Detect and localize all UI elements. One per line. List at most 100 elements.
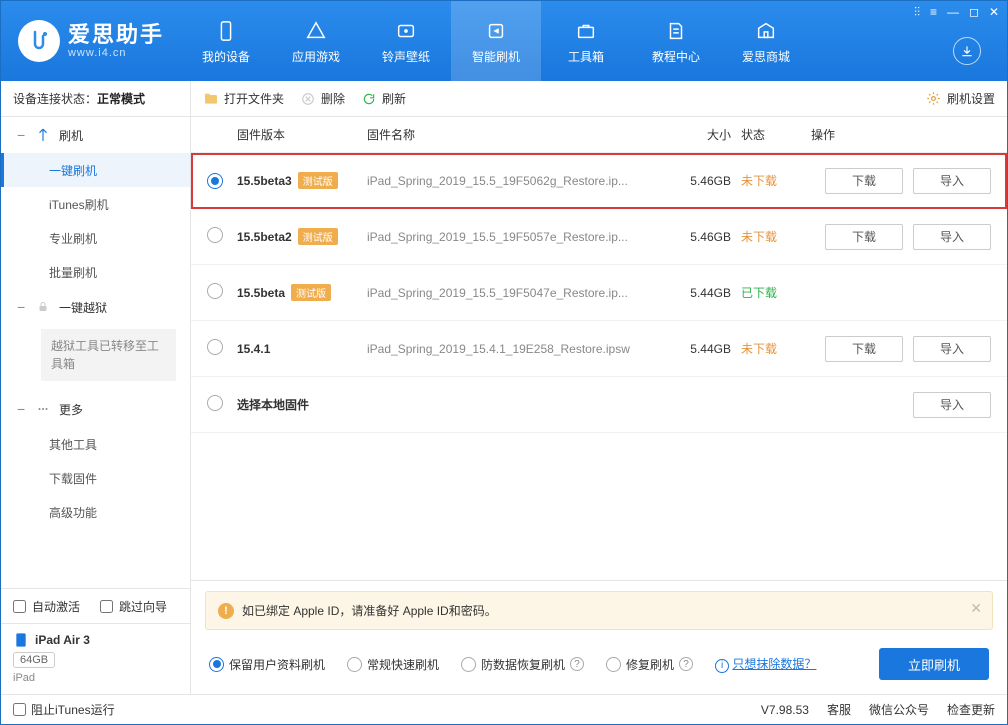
downloads-icon[interactable] <box>953 37 981 65</box>
row-radio[interactable] <box>207 227 223 243</box>
flash-option[interactable]: 常规快速刷机 <box>347 656 439 673</box>
flash-settings-button[interactable]: 刷机设置 <box>926 90 995 107</box>
block-itunes-checkbox[interactable] <box>13 703 26 716</box>
nav-item-3[interactable]: 智能刷机 <box>451 1 541 81</box>
firmware-name: iPad_Spring_2019_15.5_19F5057e_Restore.i… <box>367 230 661 244</box>
refresh-button[interactable]: 刷新 <box>361 90 406 107</box>
sidebar-item[interactable]: 其他工具 <box>1 427 190 461</box>
table-row[interactable]: 15.4.1iPad_Spring_2019_15.4.1_19E258_Res… <box>191 321 1007 377</box>
nav-item-4[interactable]: 工具箱 <box>541 1 631 81</box>
sidebar-group-more[interactable]: 更多 <box>1 391 190 427</box>
row-radio[interactable] <box>207 173 223 189</box>
flash-now-button[interactable]: 立即刷机 <box>879 648 989 680</box>
warning-icon: ! <box>218 603 234 619</box>
sidebar-group-jailbreak[interactable]: 一键越狱 <box>1 289 190 325</box>
nav-label: 工具箱 <box>568 48 604 65</box>
block-itunes-option[interactable]: 阻止iTunes运行 <box>13 701 115 718</box>
firmware-status: 未下载 <box>741 172 811 189</box>
row-radio[interactable] <box>207 395 223 411</box>
help-icon[interactable]: ? <box>679 657 693 671</box>
win-menu-icon[interactable]: ⫶⫶ <box>914 5 920 20</box>
device-capacity: 64GB <box>13 652 55 668</box>
firmware-version: 15.5beta2测试版 <box>237 228 367 245</box>
table-row[interactable]: 选择本地固件导入 <box>191 377 1007 433</box>
download-button[interactable]: 下载 <box>825 336 903 362</box>
option-radio[interactable] <box>606 657 621 672</box>
maximize-icon[interactable]: ◻ <box>969 5 979 20</box>
sidebar-item[interactable]: 批量刷机 <box>1 255 190 289</box>
option-radio[interactable] <box>209 657 224 672</box>
import-button[interactable]: 导入 <box>913 392 991 418</box>
sidebar-item[interactable]: 下载固件 <box>1 461 190 495</box>
tablet-icon <box>13 632 29 648</box>
option-radio[interactable] <box>347 657 362 672</box>
device-type: iPad <box>13 672 178 684</box>
option-radio[interactable] <box>461 657 476 672</box>
import-button[interactable]: 导入 <box>913 168 991 194</box>
import-button[interactable]: 导入 <box>913 224 991 250</box>
firmware-status: 未下载 <box>741 228 811 245</box>
nav-item-0[interactable]: 我的设备 <box>181 1 271 81</box>
nav-icon <box>303 18 329 44</box>
header: 爱思助手 www.i4.cn 我的设备应用游戏 铃声壁纸智能刷机工具箱 教程中心爱思… <box>1 1 1007 81</box>
win-list-icon[interactable]: ≡ <box>930 5 937 20</box>
firmware-status: 已下载 <box>741 284 811 301</box>
auto-activate-checkbox[interactable] <box>13 600 26 613</box>
table-row[interactable]: 15.5beta测试版iPad_Spring_2019_15.5_19F5047… <box>191 265 1007 321</box>
jailbreak-note: 越狱工具已转移至工具箱 <box>41 329 176 381</box>
skip-guide-checkbox[interactable] <box>100 600 113 613</box>
firmware-name: iPad_Spring_2019_15.5_19F5047e_Restore.i… <box>367 286 661 300</box>
table-row[interactable]: 15.5beta3测试版iPad_Spring_2019_15.5_19F506… <box>191 153 1007 209</box>
close-icon[interactable]: ✕ <box>989 5 999 20</box>
firmware-size: 5.46GB <box>661 174 741 188</box>
status-bar: 阻止iTunes运行 V7.98.53 客服 微信公众号 检查更新 <box>1 694 1007 724</box>
download-button[interactable]: 下载 <box>825 168 903 194</box>
nav-label: 爱思商城 <box>742 48 790 65</box>
body: 设备连接状态： 正常模式 刷机 一键刷机iTunes刷机专业刷机批量刷机 一键越… <box>1 81 1007 694</box>
nav-item-5[interactable]: 教程中心 <box>631 1 721 81</box>
device-card[interactable]: iPad Air 3 64GB iPad <box>1 623 190 694</box>
more-icon <box>35 401 51 417</box>
sidebar-group-flash[interactable]: 刷机 <box>1 117 190 153</box>
nav-label: 应用游戏 <box>292 48 340 65</box>
firmware-version: 15.5beta3测试版 <box>237 172 367 189</box>
table-row[interactable]: 15.5beta2测试版iPad_Spring_2019_15.5_19F505… <box>191 209 1007 265</box>
logo: 爱思助手 www.i4.cn <box>1 1 181 81</box>
wechat-link[interactable]: 微信公众号 <box>869 701 929 718</box>
nav-item-2[interactable]: 铃声壁纸 <box>361 1 451 81</box>
sidebar-item[interactable]: 高级功能 <box>1 495 190 529</box>
help-icon[interactable]: ? <box>570 657 584 671</box>
info-icon[interactable]: i <box>715 659 729 673</box>
beta-badge: 测试版 <box>298 228 338 245</box>
version-label: V7.98.53 <box>761 703 809 717</box>
device-name: iPad Air 3 <box>35 633 90 647</box>
nav-icon <box>753 18 779 44</box>
flash-option[interactable]: 保留用户资料刷机 <box>209 656 325 673</box>
erase-link[interactable]: 只想抹除数据？ <box>732 657 816 671</box>
auto-activate-label: 自动激活 <box>32 598 80 615</box>
conn-label: 设备连接状态： <box>13 90 97 107</box>
table-header: 固件版本 固件名称 大小 状态 操作 <box>191 117 1007 153</box>
nav-item-1[interactable]: 应用游戏 <box>271 1 361 81</box>
flash-option[interactable]: 修复刷机 ? <box>606 656 693 673</box>
flash-option[interactable]: 防数据恢复刷机 ? <box>461 656 584 673</box>
nav-item-6[interactable]: 爱思商城 <box>721 1 811 81</box>
col-size: 大小 <box>661 126 741 143</box>
row-radio[interactable] <box>207 339 223 355</box>
support-link[interactable]: 客服 <box>827 701 851 718</box>
beta-badge: 测试版 <box>291 284 331 301</box>
sidebar-item[interactable]: 一键刷机 <box>1 153 190 187</box>
alert-close-icon[interactable]: ✕ <box>970 600 982 617</box>
row-radio[interactable] <box>207 283 223 299</box>
sidebar-item[interactable]: iTunes刷机 <box>1 187 190 221</box>
check-update-link[interactable]: 检查更新 <box>947 701 995 718</box>
nav-icon <box>483 18 509 44</box>
open-folder-button[interactable]: 打开文件夹 <box>203 90 284 107</box>
sidebar-item[interactable]: 专业刷机 <box>1 221 190 255</box>
alert-text: 如已绑定 Apple ID，请准备好 Apple ID和密码。 <box>242 602 497 619</box>
delete-button: 删除 <box>300 90 345 107</box>
import-button[interactable]: 导入 <box>913 336 991 362</box>
flash-options: 保留用户资料刷机 常规快速刷机 防数据恢复刷机 ? 修复刷机 ? i 只想抹除数据？ 立即… <box>191 638 1007 694</box>
minimize-icon[interactable]: — <box>947 5 959 20</box>
download-button[interactable]: 下载 <box>825 224 903 250</box>
